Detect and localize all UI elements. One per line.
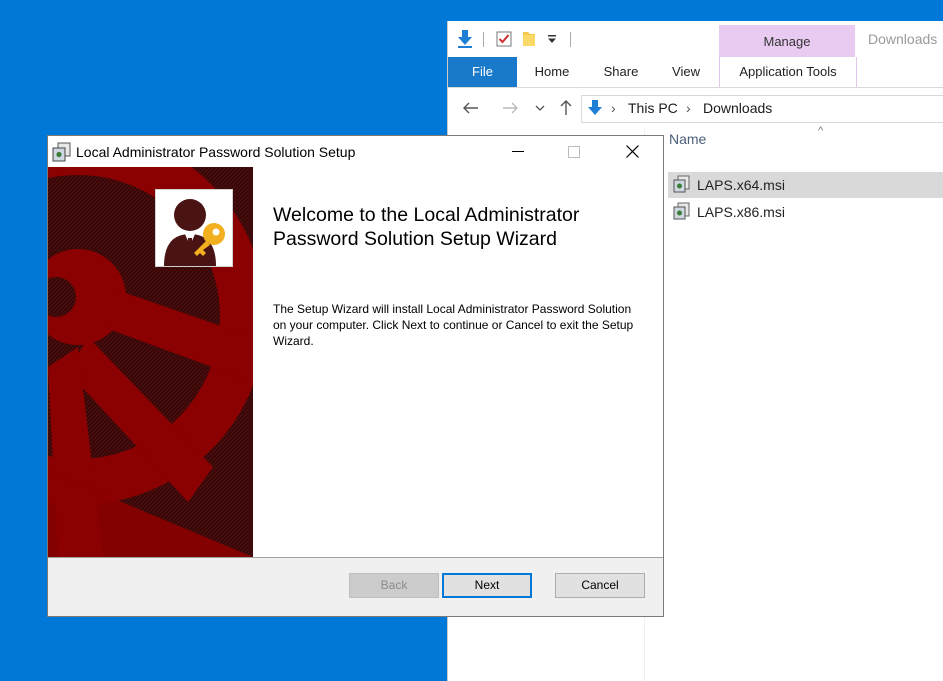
tab-view[interactable]: View xyxy=(660,57,712,87)
back-button[interactable]: Back xyxy=(349,573,439,598)
manage-contextual-tab[interactable]: Manage xyxy=(719,25,855,57)
file-name: LAPS.x86.msi xyxy=(697,204,785,220)
toolbar-separator xyxy=(483,32,484,47)
minimize-icon[interactable] xyxy=(495,136,541,167)
quick-access-toolbar: Manage Downloads xyxy=(448,21,943,57)
wizard-button-bar: Back Next Cancel xyxy=(48,558,663,616)
msi-package-icon xyxy=(672,174,692,197)
recent-locations-chevron-icon[interactable] xyxy=(530,98,550,118)
address-bar[interactable]: › This PC › Downloads xyxy=(581,95,943,123)
toolbar-separator xyxy=(570,32,571,47)
new-folder-icon[interactable] xyxy=(520,30,538,48)
installer-icon xyxy=(52,142,72,162)
next-button[interactable]: Next xyxy=(442,573,532,598)
tab-home[interactable]: Home xyxy=(524,57,580,87)
tab-file[interactable]: File xyxy=(448,57,517,87)
welcome-heading: Welcome to the Local Administrator Passw… xyxy=(273,204,580,250)
forward-arrow-icon[interactable] xyxy=(500,98,520,118)
breadcrumb-downloads[interactable]: Downloads xyxy=(703,100,772,116)
file-row[interactable]: LAPS.x64.msi xyxy=(668,172,943,198)
breadcrumb-chevron-icon: › xyxy=(686,100,691,116)
window-title: Downloads xyxy=(868,31,938,47)
customize-dropdown-icon[interactable] xyxy=(543,30,561,48)
tab-share[interactable]: Share xyxy=(593,57,649,87)
properties-check-icon[interactable] xyxy=(495,30,513,48)
tab-application-tools[interactable]: Application Tools xyxy=(719,57,857,87)
breadcrumb-chevron-icon: › xyxy=(611,100,616,116)
back-arrow-icon[interactable] xyxy=(461,98,481,118)
maximize-icon xyxy=(551,136,597,167)
wizard-content-panel: Welcome to the Local Administrator Passw… xyxy=(253,167,663,557)
product-logo xyxy=(155,189,233,267)
column-header-name[interactable]: Name xyxy=(669,131,706,147)
address-bar-row: › This PC › Downloads xyxy=(448,88,943,128)
close-icon[interactable] xyxy=(609,136,655,167)
dialog-title-bar[interactable]: Local Administrator Password Solution Se… xyxy=(48,136,663,167)
wizard-description: The Setup Wizard will install Local Admi… xyxy=(273,302,634,348)
up-arrow-icon[interactable] xyxy=(556,98,576,118)
ribbon-tabs: File Home Share View Application Tools xyxy=(448,57,943,88)
downloads-location-icon xyxy=(587,100,603,119)
sort-ascending-icon: ^ xyxy=(818,125,824,137)
msi-package-icon xyxy=(672,201,692,224)
cancel-button[interactable]: Cancel xyxy=(555,573,645,598)
wizard-side-banner xyxy=(48,167,253,557)
file-name: LAPS.x64.msi xyxy=(697,177,785,193)
setup-wizard-dialog: Local Administrator Password Solution Se… xyxy=(47,135,664,617)
download-icon[interactable] xyxy=(456,30,474,48)
breadcrumb-this-pc[interactable]: This PC xyxy=(628,100,678,116)
file-row[interactable]: LAPS.x86.msi xyxy=(668,199,943,225)
dialog-title: Local Administrator Password Solution Se… xyxy=(76,144,356,160)
